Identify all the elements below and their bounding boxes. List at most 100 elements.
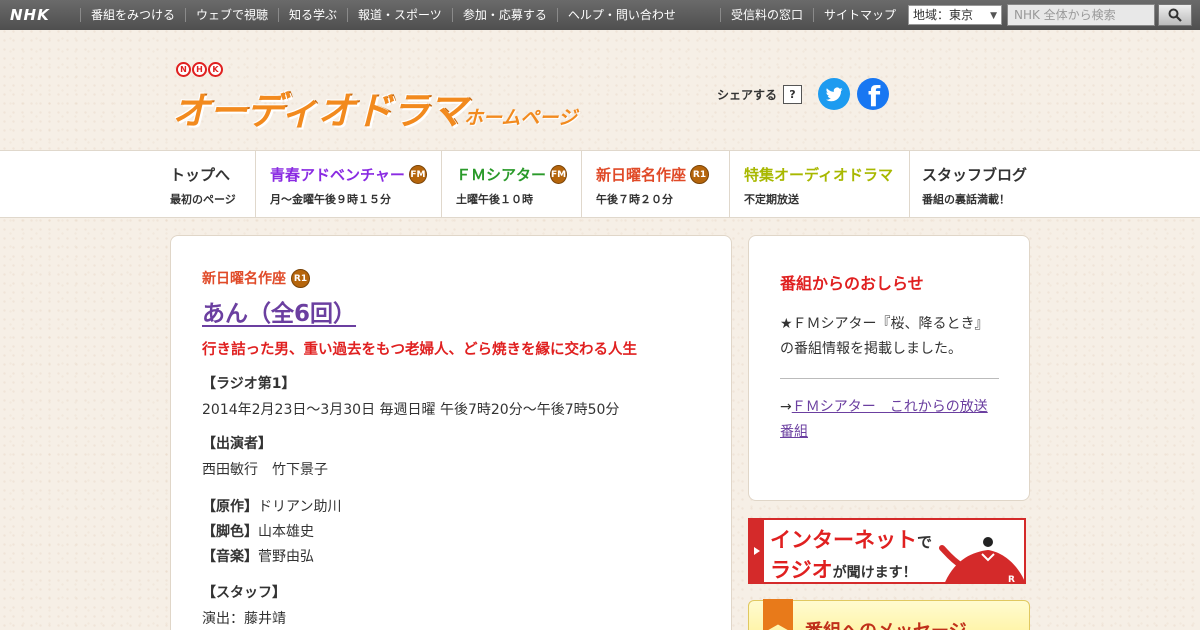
credit-value: 山本雄史 <box>258 524 314 540</box>
twitter-share-button[interactable] <box>818 78 850 110</box>
search-button[interactable] <box>1158 4 1192 26</box>
ribbon-icon <box>763 599 793 630</box>
nav-sub: 午後７時２０分 <box>596 193 673 206</box>
nav-title-text: スタッフブログ <box>922 166 1028 184</box>
fm-theater-upcoming-link[interactable]: ＦＭシアター これからの放送番組 <box>780 399 988 440</box>
site-subtitle[interactable]: ホームページ <box>464 103 577 130</box>
nav-sub: 不定期放送 <box>744 193 799 206</box>
nav-title: スタッフブログ <box>922 164 1034 185</box>
nav-title: トップへ <box>170 164 241 185</box>
nav-sub: 土曜午後１０時 <box>456 193 533 206</box>
staff-names: 演出：藤井靖 <box>202 611 286 627</box>
gnav-item[interactable]: 番組をみつける <box>80 8 185 22</box>
nhk-logo[interactable]: NHK <box>0 6 80 24</box>
credit-value: ドリアン助川 <box>258 499 342 515</box>
nav-title-text: 新日曜名作座 <box>596 166 687 184</box>
banner-line2: ラジオが聞けます！ <box>770 554 917 582</box>
radio-mascot-icon: R <box>939 537 1024 584</box>
credit-label: 【原作】 <box>202 499 258 515</box>
nav-title: 特集オーディオドラマ <box>744 164 895 185</box>
news-link-row: →ＦＭシアター これからの放送番組 <box>780 395 999 445</box>
arrow-text: → <box>780 399 792 415</box>
credits-list: 【原作】ドリアン助川 【脚色】山本雄史 【音楽】菅野由弘 <box>202 495 701 570</box>
gnav-item[interactable]: 報道・スポーツ <box>347 8 452 22</box>
twitter-icon <box>826 87 843 102</box>
program-catchphrase: 行き詰った男、重い過去をもつ老婦人、どら焼きを縁に交わる人生 <box>202 342 637 358</box>
nav-sub: 最初のページ <box>170 193 236 206</box>
divider <box>780 378 999 379</box>
banner-line1: インターネットで <box>770 524 932 554</box>
credit-label: 【脚色】 <box>202 524 258 540</box>
nav-title-text: ＦＭシアター <box>456 166 547 184</box>
search-input[interactable]: NHK 全体から検索 <box>1007 4 1155 26</box>
fm-badge-icon: FM <box>408 165 427 184</box>
share-label: シェアする <box>717 88 778 102</box>
nav-top[interactable]: トップへ 最初のページ <box>156 151 256 217</box>
facebook-icon: f <box>868 80 881 113</box>
nav-sub: 月～金曜午後９時１５分 <box>270 193 391 206</box>
facebook-share-button[interactable]: f <box>857 78 889 113</box>
credit-row: 【脚色】山本雄史 <box>202 520 701 545</box>
nhk-letter: N <box>176 62 191 77</box>
global-nav-right: 受信料の窓口 サイトマップ <box>720 0 906 30</box>
radiko-banner[interactable]: インターネットで ラジオが聞けます！ R <box>748 518 1026 584</box>
nhk-letter: K <box>208 62 223 77</box>
program-title[interactable]: あん（全6回） <box>202 294 356 328</box>
site-title[interactable]: オーディオドラマ <box>172 80 466 135</box>
nav-title-text: 特集オーディオドラマ <box>744 166 893 184</box>
credit-row: 【原作】ドリアン助川 <box>202 495 701 520</box>
nav-title: ＦＭシアター FM <box>456 164 568 185</box>
svg-text:R: R <box>1008 575 1015 584</box>
region-label: 地域： <box>913 8 950 22</box>
gnav-item[interactable]: ヘルプ・問い合わせ <box>556 8 686 22</box>
nav-sub: 番組の裏話満載！ <box>922 193 1010 206</box>
gnav-item-fee[interactable]: 受信料の窓口 <box>720 8 813 22</box>
credit-label: 【音楽】 <box>202 549 258 565</box>
staff-heading: 【スタッフ】 <box>202 585 286 601</box>
search-icon <box>1168 8 1182 22</box>
share-help-button[interactable]: ? <box>783 85 802 104</box>
program-detail-card: 新日曜名作座 R1 あん（全6回） 行き詰った男、重い過去をもつ老婦人、どら焼き… <box>170 235 732 630</box>
chevron-down-icon: ▼ <box>990 11 997 21</box>
credit-value: 菅野由弘 <box>258 549 314 565</box>
program-category: 新日曜名作座 R1 <box>202 268 701 288</box>
gnav-item[interactable]: 知る学ぶ <box>278 8 347 22</box>
banner-line2-text: ラジオ <box>770 558 833 582</box>
cast-heading: 【出演者】 <box>202 436 272 452</box>
broadcast-schedule: 2014年2月23日～3月30日 毎週日曜 午後7時20分～午後7時50分 <box>202 402 620 418</box>
banner-line1-suffix: で <box>917 533 933 551</box>
gnav-item-sitemap[interactable]: サイトマップ <box>813 8 906 22</box>
news-body: ★ＦＭシアター『桜、降るとき』の番組情報を掲載しました。 <box>780 316 989 357</box>
nav-staff-blog[interactable]: スタッフブログ 番組の裏話満載！ <box>908 151 1048 217</box>
news-card: 番組からのおしらせ ★ＦＭシアター『桜、降るとき』の番組情報を掲載しました。 →… <box>748 235 1030 501</box>
cast-names: 西田敏行 竹下景子 <box>202 462 328 478</box>
fm-badge-icon: FM <box>550 165 568 184</box>
nav-title-text: トップへ <box>170 166 231 184</box>
nav-title: 青春アドベンチャー FM <box>270 164 427 185</box>
message-banner-text: 番組へのメッセージ <box>805 617 967 630</box>
nav-title-text: 青春アドベンチャー <box>270 166 405 184</box>
nav-special-audio-drama[interactable]: 特集オーディオドラマ 不定期放送 <box>730 151 910 217</box>
program-nav: トップへ 最初のページ 青春アドベンチャー FM 月～金曜午後９時１５分 ＦＭシア… <box>0 150 1200 218</box>
message-banner[interactable]: 番組へのメッセージ <box>748 599 1030 630</box>
nav-seishun-adventure[interactable]: 青春アドベンチャー FM 月～金曜午後９時１５分 <box>256 151 442 217</box>
nhk-global-bar: NHK 番組をみつける ウェブで視聴 知る学ぶ 報道・スポーツ 参加・応募する … <box>0 0 1200 30</box>
category-label: 新日曜名作座 <box>202 271 286 287</box>
nav-title: 新日曜名作座 R1 <box>596 164 715 185</box>
nhk-letter: H <box>192 62 207 77</box>
news-title: 番組からのおしらせ <box>780 274 924 293</box>
banner-line2-suffix: が聞けます！ <box>832 565 917 581</box>
nav-shin-nichiyo-meisakuza[interactable]: 新日曜名作座 R1 午後７時２０分 <box>582 151 730 217</box>
banner-line1-text: インターネット <box>770 528 917 552</box>
gnav-item[interactable]: ウェブで視聴 <box>185 8 278 22</box>
region-select[interactable]: 地域：東京 ▼ <box>908 5 1002 25</box>
r1-badge-icon: R1 <box>690 165 710 184</box>
broadcast-heading: 【ラジオ第1】 <box>202 376 296 392</box>
region-value: 東京 <box>949 8 974 22</box>
nhk-badge-logo: N H K <box>176 62 223 77</box>
nav-fm-theater[interactable]: ＦＭシアター FM 土曜午後１０時 <box>442 151 582 217</box>
gnav-item[interactable]: 参加・応募する <box>451 8 557 22</box>
global-nav: 番組をみつける ウェブで視聴 知る学ぶ 報道・スポーツ 参加・応募する ヘルプ・… <box>80 8 686 22</box>
play-arrow-icon <box>750 520 764 582</box>
credit-row: 【音楽】菅野由弘 <box>202 545 701 570</box>
